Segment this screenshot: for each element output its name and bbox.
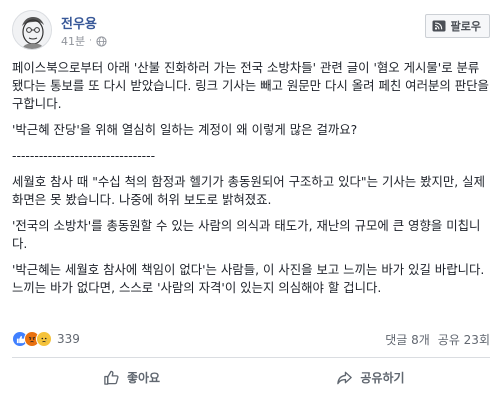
- post-paragraph: 세월호 참사 때 "수십 척의 함정과 헬기가 총동원되어 구조하고 있다"는 …: [12, 174, 485, 207]
- globe-icon[interactable]: [96, 35, 107, 47]
- caricature-avatar-icon: [13, 11, 51, 49]
- post-header: 전우용 41분 · 팔로우: [12, 10, 490, 54]
- engagement-counts: 댓글 8개 공유 23회: [385, 331, 490, 348]
- meta-separator: ·: [89, 36, 92, 46]
- share-count[interactable]: 공유 23회: [438, 331, 490, 348]
- like-label: 좋아요: [126, 370, 161, 385]
- thumbs-up-icon: [104, 370, 119, 385]
- share-button[interactable]: 공유하기: [251, 360, 490, 394]
- comment-count[interactable]: 댓글 8개: [385, 331, 430, 348]
- post-paragraph: 페이스북으로부터 아래 '산불 진화하러 가는 전국 소방차들' 관련 글이 '…: [12, 60, 489, 111]
- post-paragraph: '박근혜 잔당'을 위해 열심히 일하는 계정이 왜 이렇게 많은 걸까요?: [12, 122, 358, 137]
- post-meta: 41분 ·: [61, 33, 107, 49]
- post-paragraph: '전국의 소방차'를 총동원할 수 있는 사람의 의식과 태도가, 재난의 규모…: [12, 218, 481, 251]
- post-paragraph: '박근혜는 세월호 참사에 책임이 없다'는 사람들, 이 사진을 보고 느끼는…: [12, 262, 485, 295]
- reaction-summary: 339 댓글 8개 공유 23회: [12, 331, 490, 347]
- follow-button[interactable]: 팔로우: [424, 14, 490, 38]
- author-avatar[interactable]: [12, 10, 52, 50]
- share-label: 공유하기: [360, 370, 405, 385]
- reaction-count[interactable]: 339: [57, 332, 80, 346]
- sad-reaction-icon: [36, 331, 52, 347]
- post-divider-text: --------------------------------: [12, 148, 156, 163]
- action-divider: [12, 357, 490, 358]
- follow-label: 팔로우: [450, 20, 481, 33]
- post-body: 페이스북으로부터 아래 '산불 진화하러 가는 전국 소방차들' 관련 글이 '…: [12, 59, 490, 305]
- post-time[interactable]: 41분: [61, 33, 85, 49]
- like-button[interactable]: 좋아요: [12, 360, 251, 394]
- rss-follow-icon: [432, 20, 446, 32]
- reaction-icons[interactable]: [12, 331, 52, 347]
- facebook-post: 전우용 41분 · 팔로우 페이스북으로부터 아래 '산불 진화하러 가는 전국…: [0, 0, 502, 401]
- share-arrow-icon: [337, 371, 353, 384]
- post-actions: 좋아요 공유하기: [12, 360, 490, 394]
- author-name[interactable]: 전우용: [61, 13, 97, 32]
